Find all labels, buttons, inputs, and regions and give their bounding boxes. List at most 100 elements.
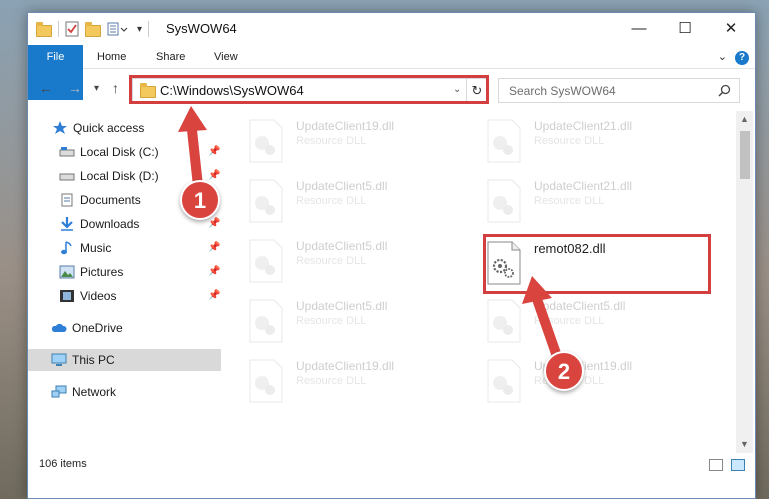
star-icon [53,121,67,134]
dll-file-icon [487,179,521,223]
sidebar-item-this-pc[interactable]: This PC [28,349,221,371]
sidebar-item-local-disk-c[interactable]: Local Disk (C:) 📌 [28,141,221,163]
list-item[interactable]: UpdateClient5.dll Resource DLL [486,295,716,350]
file-name: UpdateClient19.dll [296,119,395,133]
list-item[interactable]: UpdateClient19.dll Resource DLL [248,115,478,170]
status-bar: 106 items [28,453,755,477]
file-name: UpdateClient21.dll [534,119,633,133]
customize-toolbar-icon[interactable] [107,22,131,36]
sidebar-item-label: Local Disk (D:) [80,169,159,183]
pin-icon[interactable]: 📌 [208,170,220,181]
sidebar-item-label: This PC [72,353,115,367]
dll-file-icon [249,239,283,283]
step-1-badge: 1 [180,180,220,220]
file-type: Resource DLL [534,135,605,147]
tab-view[interactable]: View [204,45,248,69]
list-item[interactable]: UpdateClient21.dll Resource DLL [486,175,716,230]
file-type: Resource DLL [534,315,605,327]
file-type: Resource DLL [296,135,367,147]
sidebar-item-music[interactable]: Music 📌 [28,237,221,259]
quick-access-toolbar: ▾ [36,21,150,37]
tab-share[interactable]: Share [146,45,195,69]
large-icons-view-icon[interactable] [731,459,745,471]
sidebar-item-pictures[interactable]: Pictures 📌 [28,261,221,283]
scroll-thumb[interactable] [740,131,750,179]
dll-file-icon [487,119,521,163]
step-2-badge: 2 [544,351,584,391]
list-item[interactable]: UpdateClient19.dll Resource DLL [486,355,716,410]
divider [148,21,150,37]
properties-icon[interactable] [65,21,79,37]
sidebar-item-label: Local Disk (C:) [80,145,159,159]
cloud-icon [51,323,67,332]
divider [58,21,59,37]
sidebar-item-network[interactable]: Network [28,381,221,403]
sidebar-item-label: OneDrive [72,321,123,335]
scroll-down-icon[interactable]: ▼ [740,439,749,449]
list-item[interactable]: UpdateClient19.dll Resource DLL [248,355,478,410]
window-title: SysWOW64 [166,21,237,36]
list-item[interactable]: UpdateClient5.dll Resource DLL [248,235,478,290]
qat-dropdown-icon[interactable]: ▾ [137,24,142,35]
tab-home[interactable]: Home [87,45,136,69]
pin-icon[interactable]: 📌 [208,242,220,253]
title-bar: ▾ SysWOW64 — ☐ ✕ [28,13,755,45]
dll-file-icon [249,179,283,223]
file-type: Resource DLL [296,315,367,327]
search-placeholder[interactable]: Search SysWOW64 [509,84,616,98]
dll-file-icon [249,119,283,163]
close-button[interactable]: ✕ [708,13,754,43]
dll-file-icon [249,359,283,403]
navigation-pane: Quick access Local Disk (C:) 📌 Local Dis… [28,113,223,458]
sidebar-item-onedrive[interactable]: OneDrive [28,317,221,339]
search-icon[interactable] [718,84,731,97]
list-item[interactable]: UpdateClient21.dll Resource DLL [486,115,716,170]
pin-icon[interactable]: 📌 [208,290,220,301]
pictures-icon [59,265,75,279]
dll-file-icon [249,299,283,343]
documents-icon [61,193,73,207]
new-folder-icon[interactable] [85,22,101,37]
file-name: UpdateClient5.dll [296,179,388,193]
ribbon-expand-icon[interactable]: ⌄ [718,50,727,63]
search-input[interactable]: Search SysWOW64 [498,78,740,103]
dll-file-icon [487,299,521,343]
network-icon [51,385,67,398]
vertical-scrollbar[interactable]: ▲ ▼ [736,111,753,453]
details-view-icon[interactable] [709,459,723,471]
file-name: UpdateClient5.dll [534,299,626,313]
maximize-button[interactable]: ☐ [662,13,708,43]
up-arrow-icon[interactable]: ↑ [112,80,119,96]
list-item[interactable]: UpdateClient5.dll Resource DLL [248,175,478,230]
file-name: UpdateClient19.dll [296,359,395,373]
ribbon-tabs: File Home Share View ⌄ ? [28,45,755,100]
list-item[interactable]: UpdateClient5.dll Resource DLL [248,295,478,350]
drive-icon [59,173,75,181]
scroll-up-icon[interactable]: ▲ [740,114,749,124]
pin-icon[interactable]: 📌 [208,266,220,277]
sidebar-item-label: Videos [80,289,117,303]
sidebar-item-label: Downloads [80,217,140,231]
sidebar-item-videos[interactable]: Videos 📌 [28,285,221,307]
file-type: Resource DLL [296,375,367,387]
minimize-button[interactable]: — [616,13,662,43]
videos-icon [60,290,74,302]
back-arrow-icon[interactable]: ← [39,80,53,96]
file-name: UpdateClient5.dll [296,299,388,313]
pin-icon[interactable]: 📌 [208,218,220,229]
sidebar-item-quick-access[interactable]: Quick access [28,117,221,139]
computer-icon [51,353,67,366]
drive-icon [59,147,75,157]
file-type: Resource DLL [296,255,367,267]
address-bar-highlight [129,75,489,104]
help-icon[interactable]: ? [735,51,749,65]
sidebar-item-label: Network [72,385,117,399]
item-count: 106 items [39,458,87,470]
forward-arrow-icon[interactable]: → [68,80,82,96]
recent-locations-icon[interactable]: ▾ [94,83,99,94]
pin-icon[interactable]: 📌 [208,146,220,157]
file-name: UpdateClient21.dll [534,179,633,193]
dll-file-icon [487,359,521,403]
sidebar-item-label: Pictures [80,265,124,279]
folder-icon [36,22,52,37]
